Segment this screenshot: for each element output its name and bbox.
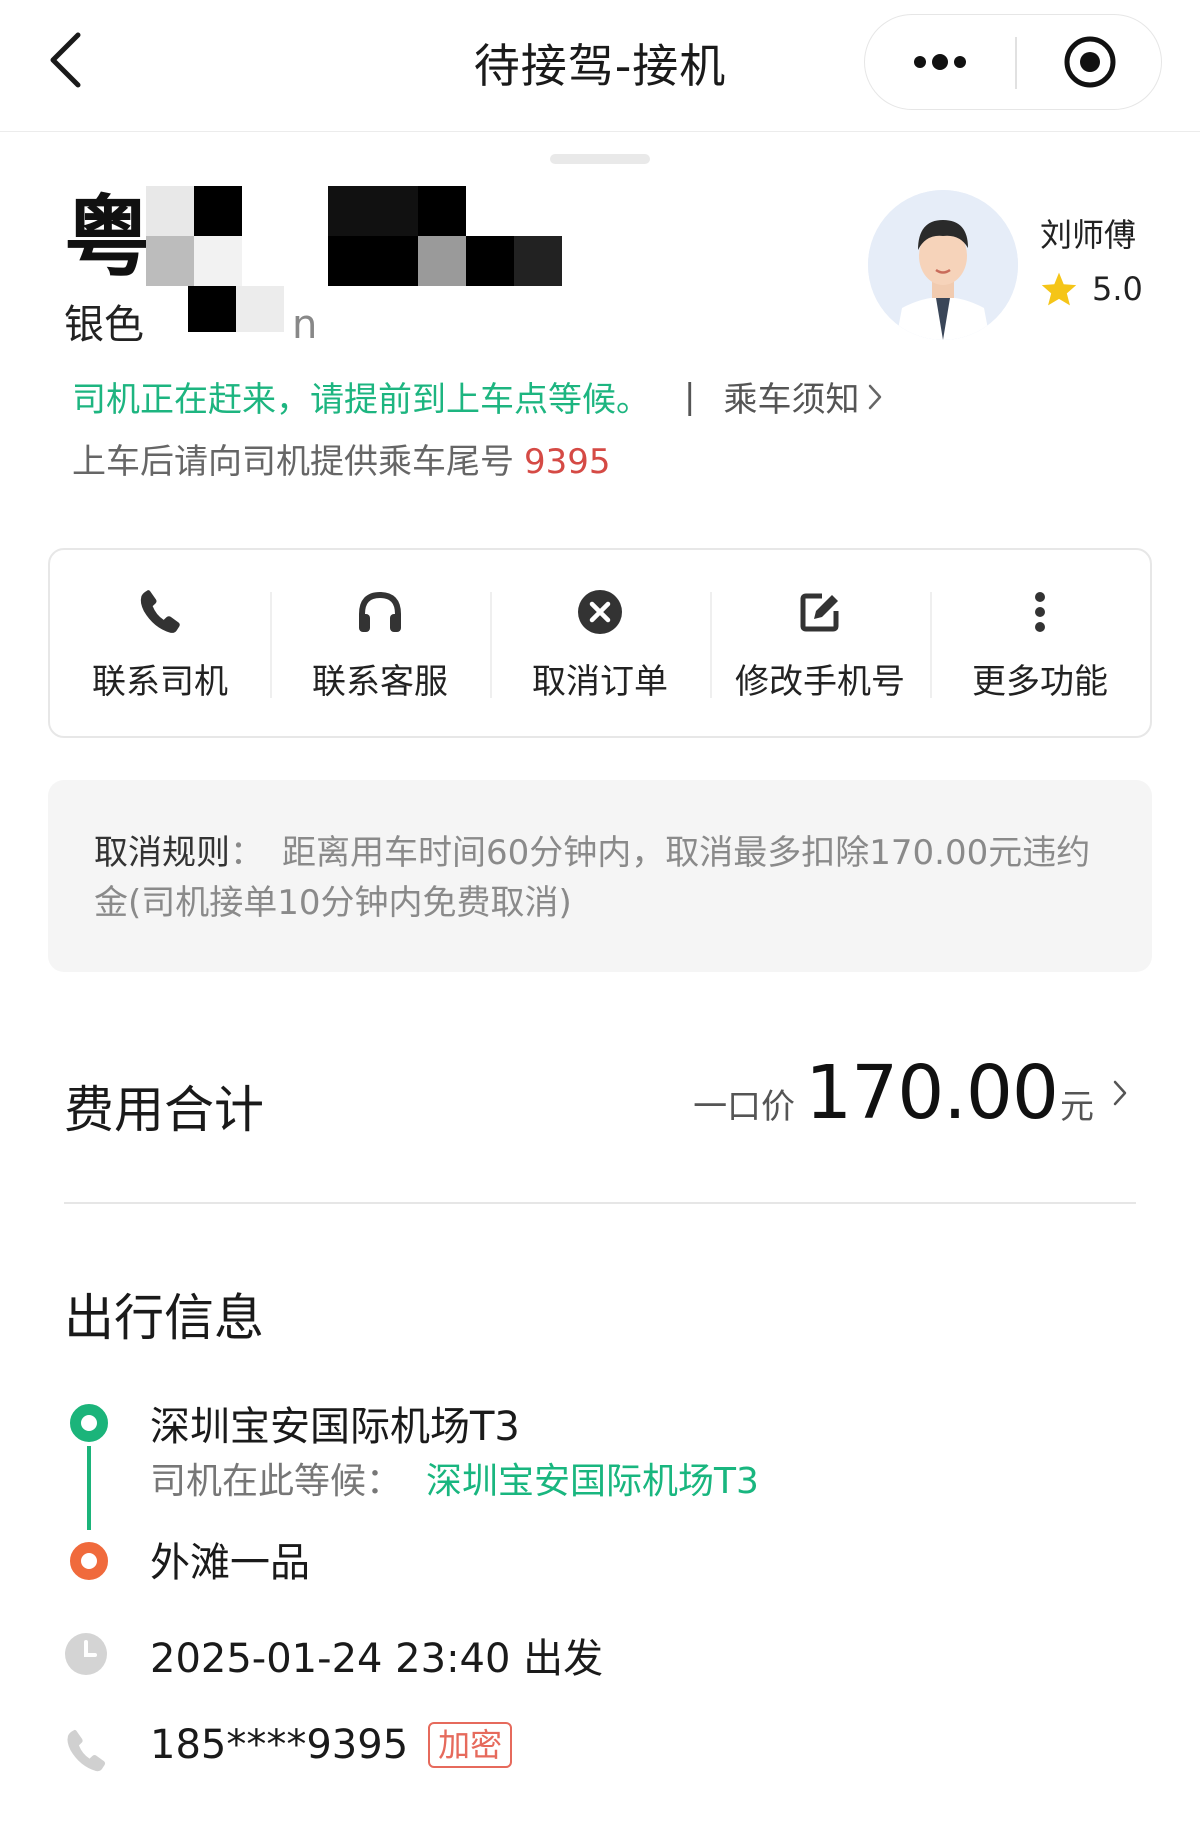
action-label: 取消订单	[532, 661, 668, 702]
contact-driver-button[interactable]: 联系司机	[50, 550, 270, 736]
more-dots-icon	[914, 54, 966, 70]
edit-icon	[800, 593, 839, 631]
change-phone-button[interactable]: 修改手机号	[710, 550, 930, 736]
more-features-button[interactable]: 更多功能	[930, 550, 1150, 736]
car-desc-suffix: n	[292, 302, 318, 348]
action-label: 联系司机	[92, 661, 228, 702]
chevron-right-icon	[1113, 1080, 1127, 1106]
headset-icon	[359, 591, 401, 632]
driver-name: 刘师傅	[1040, 216, 1137, 254]
tail-number-hint: 上车后请向司机提供乘车尾号 9395	[72, 434, 611, 483]
close-button[interactable]	[1017, 15, 1163, 109]
action-label: 更多功能	[972, 661, 1108, 702]
star-icon	[1041, 272, 1077, 306]
car-description: 银色 n	[64, 292, 317, 350]
rating-value: 5.0	[1092, 270, 1143, 308]
pickup-wait-point: 司机在此等候： 深圳宝安国际机场T3	[150, 1452, 759, 1504]
trip-info-title: 出行信息	[64, 1289, 264, 1347]
wait-label: 司机在此等候：	[150, 1461, 403, 1502]
action-label: 修改手机号	[735, 661, 905, 702]
cancel-circle-icon	[578, 589, 622, 634]
driver-rating: 5.0	[1040, 270, 1143, 308]
action-bar: 联系司机 联系客服 取消订单 修改手机号 更多功能	[48, 548, 1152, 738]
target-circle-icon	[1064, 36, 1116, 88]
passenger-phone: 185****9395 加密	[150, 1722, 513, 1768]
fee-amount: 170.00	[805, 1050, 1059, 1136]
more-vertical-icon	[1035, 591, 1045, 632]
status-separator: |	[684, 376, 696, 417]
more-button[interactable]	[865, 15, 1015, 109]
departure-time: 2025-01-24 23:40 出发	[150, 1636, 604, 1682]
contact-service-button[interactable]: 联系客服	[270, 550, 490, 736]
cancel-order-button[interactable]: 取消订单	[490, 550, 710, 736]
cancel-rules-title: 取消规则	[94, 833, 230, 873]
fee-unit: 元	[1060, 1087, 1094, 1127]
ride-notice-label: 乘车须知	[723, 380, 860, 420]
encrypted-badge: 加密	[428, 1722, 513, 1768]
route-line	[87, 1446, 91, 1530]
fee-detail-link[interactable]: 一口价 170.00 元	[693, 1050, 1128, 1136]
phone-number: 185****9395	[150, 1722, 409, 1768]
divider	[64, 1202, 1136, 1204]
driver-status: 司机正在赶来，请提前到上车点等候。 | 乘车须知	[72, 372, 883, 421]
cancel-rules: 取消规则： 距离用车时间60分钟内，取消最多扣除170.00元违约金(司机接单10…	[48, 780, 1152, 972]
tail-number: 9395	[524, 442, 611, 482]
cancel-rules-colon: ：	[230, 833, 264, 873]
nav-bar: 待接驾-接机	[0, 0, 1200, 132]
car-color: 银色	[64, 302, 144, 348]
start-point-icon	[70, 1404, 108, 1442]
ride-notice-link[interactable]: 乘车须知	[723, 372, 883, 421]
phone-icon	[140, 589, 180, 633]
chevron-right-icon	[869, 384, 882, 409]
status-text: 司机正在赶来，请提前到上车点等候。	[72, 380, 650, 420]
end-point-icon	[70, 1542, 108, 1580]
wait-place: 深圳宝安国际机场T3	[426, 1461, 759, 1502]
driver-avatar-icon	[868, 190, 1018, 340]
phone-icon	[67, 1729, 106, 1772]
fee-label: 一口价	[693, 1087, 796, 1127]
drag-handle[interactable]	[550, 154, 650, 164]
mini-program-capsule	[864, 14, 1162, 110]
end-location: 外滩一品	[150, 1540, 310, 1586]
clock-icon	[65, 1633, 107, 1675]
start-location: 深圳宝安国际机场T3	[150, 1404, 520, 1450]
tail-hint-text: 上车后请向司机提供乘车尾号	[72, 442, 514, 482]
driver-avatar[interactable]	[868, 190, 1018, 340]
action-label: 联系客服	[312, 661, 448, 702]
fee-title: 费用合计	[64, 1081, 264, 1139]
